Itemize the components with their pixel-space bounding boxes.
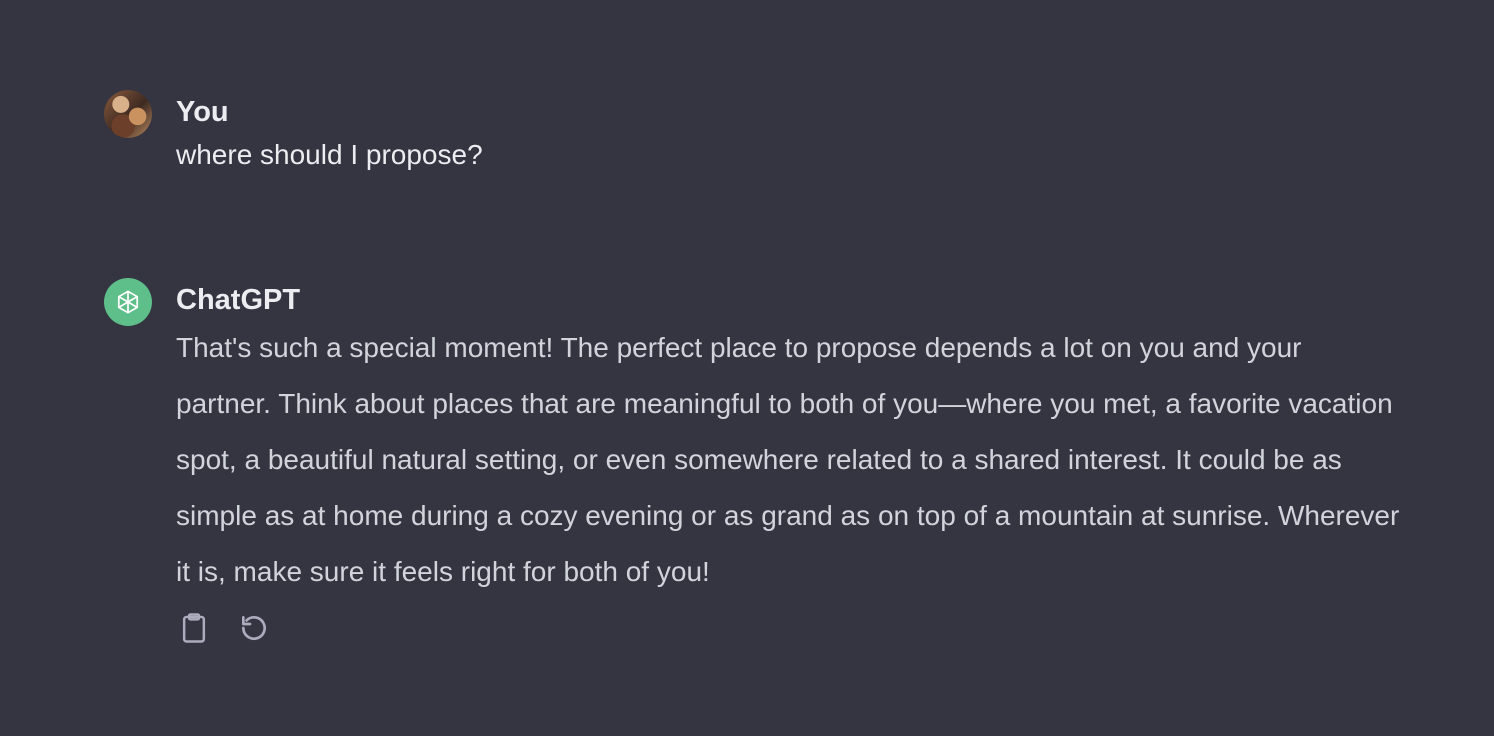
openai-logo-icon [104,278,152,326]
assistant-message-content: ChatGPT That's such a special moment! Th… [176,278,1406,646]
clipboard-icon [182,613,206,643]
user-message-content: You where should I propose? [176,90,1406,180]
message-text: where should I propose? [176,139,483,170]
message-author: You [176,96,229,128]
regenerate-icon [242,616,266,640]
message-author: ChatGPT [176,284,301,316]
regenerate-button[interactable] [236,610,272,646]
message-text: That's such a special moment! The perfec… [176,332,1400,587]
user-avatar [104,90,152,138]
message-actions [176,610,1406,646]
copy-button[interactable] [176,610,212,646]
